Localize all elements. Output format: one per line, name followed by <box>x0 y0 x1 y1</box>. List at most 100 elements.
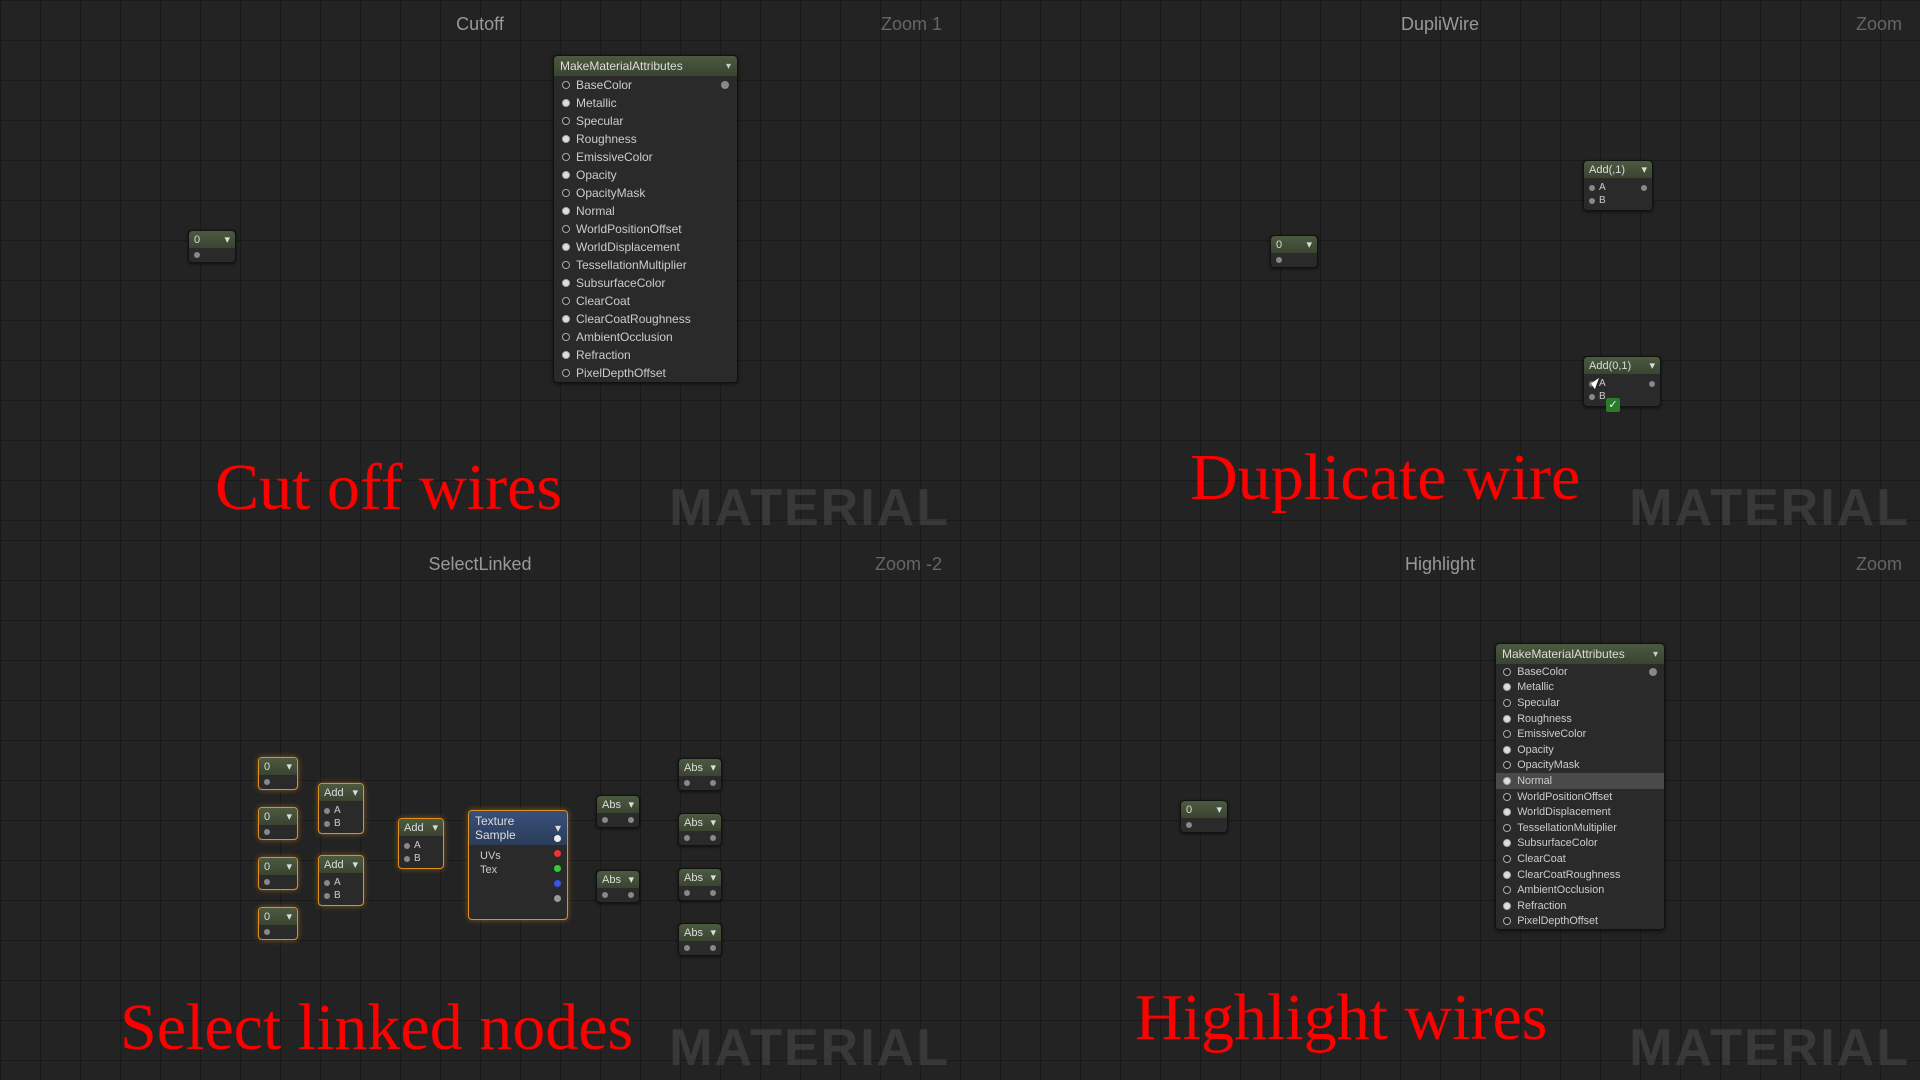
input-pin[interactable] <box>1503 761 1511 769</box>
pin-refraction[interactable]: Refraction <box>1496 898 1664 914</box>
output-pin-rgb[interactable] <box>554 835 561 842</box>
input-pin[interactable] <box>562 315 570 323</box>
input-pin-b[interactable] <box>1589 394 1595 400</box>
input-pin-a[interactable] <box>1589 381 1595 387</box>
input-pin[interactable] <box>562 81 570 89</box>
pin-subsurfacecolor[interactable]: SubsurfaceColor <box>1496 836 1664 852</box>
pin-normal[interactable]: Normal <box>1496 773 1664 789</box>
constant-node[interactable]: 0▾ <box>1180 800 1228 833</box>
pin-opacitymask[interactable]: OpacityMask <box>554 184 737 202</box>
input-pin[interactable] <box>562 351 570 359</box>
output-pin-a[interactable] <box>554 895 561 902</box>
pin-tessellationmultiplier[interactable]: TessellationMultiplier <box>554 256 737 274</box>
output-pin[interactable] <box>1649 381 1655 387</box>
abs-node[interactable]: Abs▾ <box>678 758 722 791</box>
pin-tessellationmultiplier[interactable]: TessellationMultiplier <box>1496 820 1664 836</box>
constant-node[interactable]: 0▾ <box>258 757 298 790</box>
input-pin[interactable] <box>562 333 570 341</box>
pin-basecolor[interactable]: BaseColor <box>1496 664 1664 680</box>
input-pin[interactable] <box>1503 746 1511 754</box>
input-pin[interactable] <box>562 99 570 107</box>
constant-node[interactable]: 0▾ <box>1270 235 1318 268</box>
input-pin[interactable] <box>562 189 570 197</box>
input-pin[interactable] <box>1503 824 1511 832</box>
pin-roughness[interactable]: Roughness <box>554 130 737 148</box>
pin-metallic[interactable]: Metallic <box>554 94 737 112</box>
add-node[interactable]: Add▾AB <box>318 855 364 906</box>
make-material-attributes-node[interactable]: MakeMaterialAttributes▾ BaseColorMetalli… <box>553 55 738 383</box>
input-pin[interactable] <box>1503 699 1511 707</box>
input-pin[interactable] <box>562 153 570 161</box>
constant-node[interactable]: 0▾ <box>258 857 298 890</box>
output-pin[interactable] <box>721 81 729 89</box>
pin-opacitymask[interactable]: OpacityMask <box>1496 758 1664 774</box>
abs-node[interactable]: Abs▾ <box>678 923 722 956</box>
input-pin[interactable] <box>1503 917 1511 925</box>
input-pin[interactable] <box>562 171 570 179</box>
add-node[interactable]: Add▾AB <box>318 783 364 834</box>
input-pin-b[interactable] <box>1589 198 1595 204</box>
output-pin[interactable] <box>1276 257 1282 263</box>
input-pin[interactable] <box>562 369 570 377</box>
constant-node[interactable]: 0▾ <box>258 907 298 940</box>
pin-worlddisplacement[interactable]: WorldDisplacement <box>554 238 737 256</box>
input-pin[interactable] <box>1503 902 1511 910</box>
add-node-1[interactable]: Add(,1)▾ A B <box>1583 160 1653 211</box>
pin-opacity[interactable]: Opacity <box>554 166 737 184</box>
add-node-2[interactable]: Add(0,1)▾ A B <box>1583 356 1661 407</box>
input-pin[interactable] <box>1503 808 1511 816</box>
input-pin[interactable] <box>1503 793 1511 801</box>
pin-clearcoat[interactable]: ClearCoat <box>1496 851 1664 867</box>
output-pin-r[interactable] <box>554 850 561 857</box>
pin-worldpositionoffset[interactable]: WorldPositionOffset <box>1496 789 1664 805</box>
input-pin[interactable] <box>1503 886 1511 894</box>
input-pin[interactable] <box>562 207 570 215</box>
pin-metallic[interactable]: Metallic <box>1496 680 1664 696</box>
pin-opacity[interactable]: Opacity <box>1496 742 1664 758</box>
pin-emissivecolor[interactable]: EmissiveColor <box>554 148 737 166</box>
constant-node[interactable]: 0▾ <box>188 230 236 263</box>
texture-sample-node[interactable]: Texture Sample▾ UVs Tex <box>468 810 568 920</box>
pin-ambientocclusion[interactable]: AmbientOcclusion <box>1496 882 1664 898</box>
output-pin-g[interactable] <box>554 865 561 872</box>
output-pin[interactable] <box>1641 185 1647 191</box>
input-pin-a[interactable] <box>1589 185 1595 191</box>
abs-node[interactable]: Abs▾ <box>678 813 722 846</box>
output-pin[interactable] <box>1186 822 1192 828</box>
input-pin[interactable] <box>1503 777 1511 785</box>
input-pin[interactable] <box>562 261 570 269</box>
pin-basecolor[interactable]: BaseColor <box>554 76 737 94</box>
pin-refraction[interactable]: Refraction <box>554 346 737 364</box>
input-pin[interactable] <box>562 297 570 305</box>
input-pin[interactable] <box>1503 715 1511 723</box>
constant-node[interactable]: 0▾ <box>258 807 298 840</box>
pin-worldpositionoffset[interactable]: WorldPositionOffset <box>554 220 737 238</box>
input-pin[interactable] <box>1503 668 1511 676</box>
pin-normal[interactable]: Normal <box>554 202 737 220</box>
pin-worlddisplacement[interactable]: WorldDisplacement <box>1496 804 1664 820</box>
output-pin[interactable] <box>1649 668 1657 676</box>
abs-node[interactable]: Abs▾ <box>678 868 722 901</box>
input-pin[interactable] <box>562 279 570 287</box>
input-pin[interactable] <box>562 243 570 251</box>
output-pin[interactable] <box>194 252 200 258</box>
pin-emissivecolor[interactable]: EmissiveColor <box>1496 726 1664 742</box>
abs-node[interactable]: Abs▾ <box>596 795 640 828</box>
input-pin[interactable] <box>562 225 570 233</box>
pin-pixeldepthoffset[interactable]: PixelDepthOffset <box>554 364 737 382</box>
make-material-attributes-node[interactable]: MakeMaterialAttributes▾ BaseColorMetalli… <box>1495 643 1665 930</box>
input-pin[interactable] <box>1503 839 1511 847</box>
add-node[interactable]: Add▾AB <box>398 818 444 869</box>
pin-pixeldepthoffset[interactable]: PixelDepthOffset <box>1496 914 1664 930</box>
pin-subsurfacecolor[interactable]: SubsurfaceColor <box>554 274 737 292</box>
abs-node[interactable]: Abs▾ <box>596 870 640 903</box>
pin-specular[interactable]: Specular <box>554 112 737 130</box>
input-pin[interactable] <box>1503 683 1511 691</box>
pin-clearcoatroughness[interactable]: ClearCoatRoughness <box>554 310 737 328</box>
pin-clearcoat[interactable]: ClearCoat <box>554 292 737 310</box>
input-pin[interactable] <box>1503 855 1511 863</box>
pin-ambientocclusion[interactable]: AmbientOcclusion <box>554 328 737 346</box>
input-pin[interactable] <box>1503 730 1511 738</box>
input-pin[interactable] <box>562 135 570 143</box>
pin-specular[interactable]: Specular <box>1496 695 1664 711</box>
